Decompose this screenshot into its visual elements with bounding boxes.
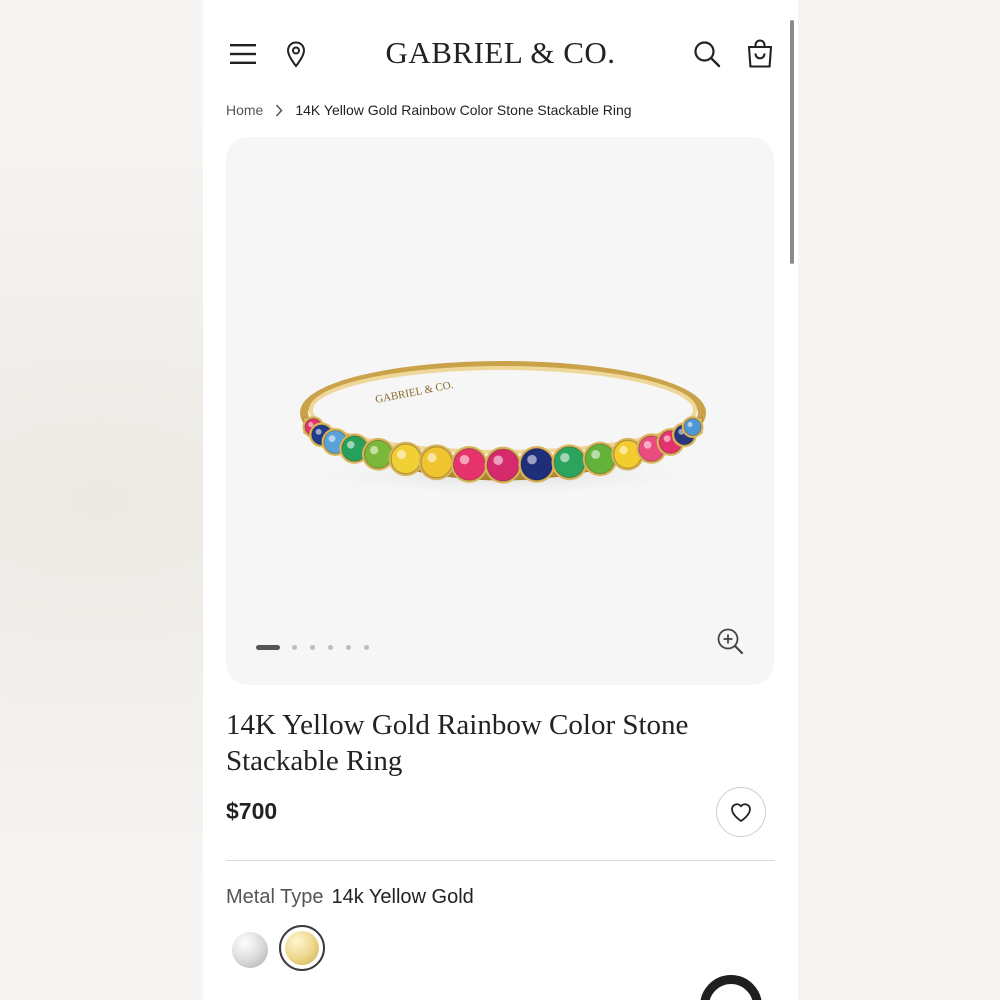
gemstone [520, 448, 554, 481]
gemstone [363, 439, 393, 469]
gemstone-highlight [591, 450, 601, 459]
product-image-ring: GABRIEL & CO. [293, 361, 713, 497]
gemstone-highlight [663, 435, 671, 443]
gemstone [390, 443, 422, 475]
slide-dot[interactable] [346, 645, 351, 650]
gemstone [553, 446, 586, 479]
gemstone [584, 443, 616, 475]
mobile-page: GABRIEL & CO. Home 14K Yellow Gold Rainb… [203, 0, 798, 1000]
ring-engraving: GABRIEL & CO. [374, 379, 454, 406]
wishlist-button[interactable] [716, 787, 766, 837]
gemstone-highlight [315, 428, 322, 435]
metal-type-value: 14k Yellow Gold [331, 886, 474, 908]
product-price: $700 [226, 798, 278, 824]
slide-dot[interactable] [328, 645, 333, 650]
gemstone [452, 448, 486, 481]
product-title: 14K Yellow Gold Rainbow Color Stone Stac… [226, 709, 689, 777]
scrollbar[interactable] [790, 20, 794, 264]
slide-dot[interactable] [256, 645, 280, 650]
search-icon[interactable] [692, 39, 722, 69]
metal-type-label: Metal Type [226, 886, 324, 908]
slide-dot[interactable] [310, 645, 315, 650]
swatch-white-gold[interactable] [232, 932, 268, 968]
shopping-bag-icon[interactable] [745, 38, 775, 70]
gemstone [420, 446, 453, 479]
slide-dot[interactable] [364, 645, 369, 650]
gemstone-highlight [397, 450, 406, 459]
slide-indicator[interactable] [256, 645, 382, 650]
gemstone-highlight [427, 453, 437, 463]
gemstone [486, 448, 520, 482]
gemstone-highlight [459, 454, 470, 465]
gemstone-highlight [619, 445, 628, 455]
heart-icon [731, 803, 751, 822]
chevron-right-icon [275, 103, 283, 117]
metal-type-row: Metal Type 14k Yellow Gold [226, 886, 474, 909]
chat-button[interactable] [700, 975, 762, 1000]
gemstone-highlight [493, 455, 504, 466]
gemstone-highlight [527, 454, 537, 465]
swatch-yellow-gold[interactable] [279, 925, 325, 971]
gemstone-highlight [369, 445, 379, 455]
product-image-gallery[interactable]: GABRIEL & CO. [226, 137, 774, 685]
gemstone [683, 418, 702, 436]
gemstone-highlight [643, 440, 652, 449]
gemstone-highlight [687, 422, 693, 428]
site-header: GABRIEL & CO. [203, 0, 798, 100]
breadcrumb-current: 14K Yellow Gold Rainbow Color Stone Stac… [295, 102, 632, 118]
gemstone-highlight [560, 453, 570, 463]
zoom-in-icon[interactable] [716, 627, 744, 660]
gemstone-highlight [346, 440, 355, 449]
swatch-yellow-gold-fill [285, 931, 319, 965]
section-divider [226, 860, 775, 861]
gemstone-highlight [328, 435, 336, 443]
slide-dot[interactable] [292, 645, 297, 650]
breadcrumb-home-link[interactable]: Home [226, 102, 263, 118]
breadcrumb: Home 14K Yellow Gold Rainbow Color Stone… [226, 102, 632, 118]
